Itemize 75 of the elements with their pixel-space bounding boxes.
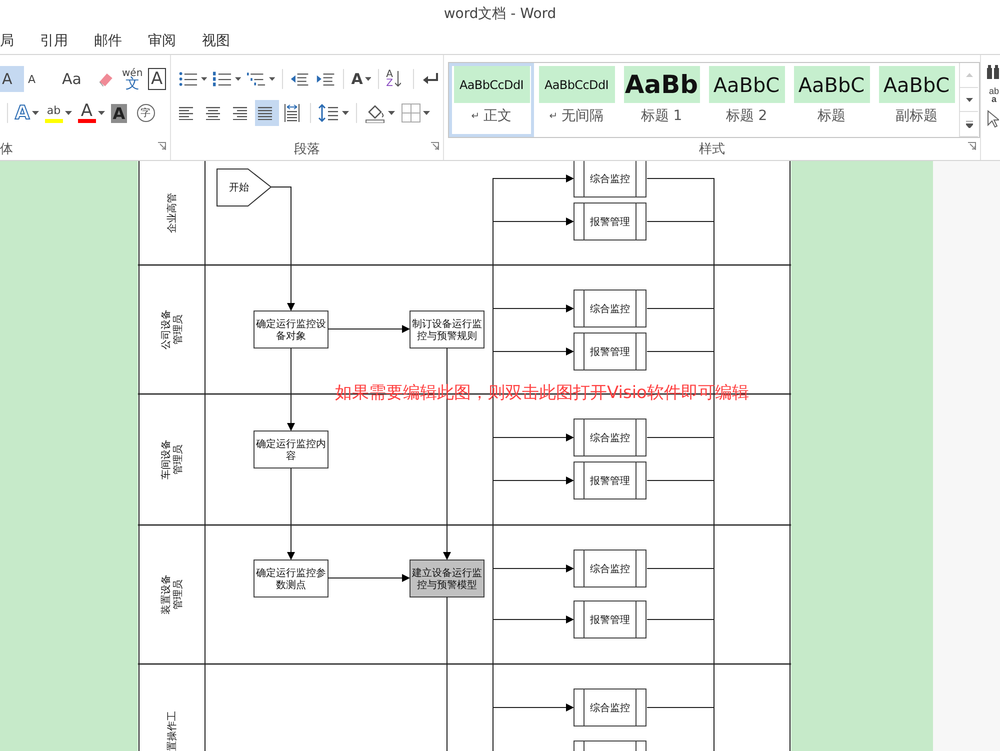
justify-icon (257, 106, 273, 120)
more-icon (966, 120, 972, 128)
dialog-launcher-icon (968, 142, 976, 150)
caret-icon (32, 111, 39, 115)
paint-bucket-icon (364, 103, 386, 123)
menu-tab[interactable]: 局 (0, 28, 27, 54)
numbered-list-icon (213, 71, 233, 87)
process-box: 建立设备运行监控与预警模型 (410, 560, 484, 598)
borders-icon (401, 103, 421, 123)
align-right-icon (231, 106, 247, 120)
caret-icon (234, 77, 242, 81)
caret-icon (64, 111, 72, 115)
up-arrow-icon (966, 72, 972, 77)
caret-icon (200, 77, 208, 81)
subprocess-box: 综合监控 (574, 418, 646, 456)
text-effects-button[interactable]: A (13, 100, 41, 126)
bulleted-list-icon (179, 71, 199, 87)
lane-label: 装置设备管理员 (161, 574, 184, 614)
subprocess-box: 综合监控 (574, 688, 646, 726)
caret-icon (269, 77, 276, 81)
subprocess-box: 综合监控 (574, 550, 646, 588)
caret-icon (423, 111, 430, 115)
decrease-indent-icon (290, 72, 310, 86)
down-arrow-icon (966, 98, 972, 102)
line-spacing-icon (318, 104, 340, 122)
binoculars-icon (987, 65, 999, 79)
lane-label: 车间设备管理员 (161, 440, 184, 480)
caret-icon (342, 111, 349, 115)
subprocess-box: 报警管理 (574, 600, 646, 638)
menu-tab[interactable]: 审阅 (135, 28, 189, 54)
subprocess-box: 综合监控 (574, 161, 646, 198)
grow-font-button[interactable]: A (0, 66, 24, 92)
subprocess-box: 综合监控 (574, 290, 646, 328)
distributed-icon (283, 104, 301, 122)
justify-button[interactable] (255, 100, 279, 126)
group-label: 样式 (699, 141, 725, 158)
change-case-button[interactable]: Aa (60, 66, 84, 92)
paragraph-mark-icon (421, 71, 441, 87)
start-shape: 开始 (216, 168, 272, 206)
subprocess-box: 报警管理 (574, 332, 646, 370)
sort-button[interactable]: A Z (384, 66, 408, 92)
group-label: 段落 (294, 141, 320, 158)
process-box: 制订设备运行监控与预警规则 (410, 310, 484, 348)
lane-label: 企业高管 (167, 193, 178, 233)
subprocess-box: 报警管理 (574, 202, 646, 240)
subprocess-box: 报警管理 (574, 462, 646, 500)
menu-tab[interactable]: 邮件 (81, 28, 135, 54)
shrink-font-button[interactable]: A (26, 66, 50, 92)
caret-icon (388, 111, 395, 115)
multilevel-list-icon (247, 71, 268, 87)
process-box: 确定运行监控设备对象 (254, 310, 328, 348)
group-label: 体 (0, 141, 13, 158)
select-button[interactable] (987, 109, 1000, 129)
increase-indent-icon (316, 72, 336, 86)
down-arrow-icon (394, 71, 401, 87)
dialog-launcher-icon (431, 142, 439, 150)
font-color-button[interactable]: A (76, 100, 107, 126)
find-button[interactable] (987, 63, 1000, 81)
style-item[interactable]: AaBbCcDdI ↵ 正文 (449, 63, 534, 137)
menu-tab[interactable]: 引用 (27, 28, 81, 54)
highlight-button[interactable]: ab (42, 100, 74, 126)
asian-layout-button[interactable]: A (349, 66, 374, 92)
replace-button[interactable]: ab a (987, 87, 1000, 103)
caret-icon (98, 111, 105, 115)
caret-icon (364, 77, 372, 81)
menu-tab[interactable]: 视图 (189, 28, 243, 54)
window-title: word文档 - Word (444, 4, 556, 22)
lane-label: 置操作工 (167, 711, 178, 751)
process-box: 确定运行监控参数测点 (254, 560, 328, 598)
dialog-launcher-icon (158, 142, 166, 150)
align-left-icon (179, 106, 195, 120)
align-center-icon (205, 106, 221, 120)
phonetic-guide-button[interactable]: wén 文 (120, 66, 144, 92)
process-box: 确定运行监控内容 (254, 430, 328, 468)
lane-label: 公司设备管理员 (161, 310, 184, 350)
